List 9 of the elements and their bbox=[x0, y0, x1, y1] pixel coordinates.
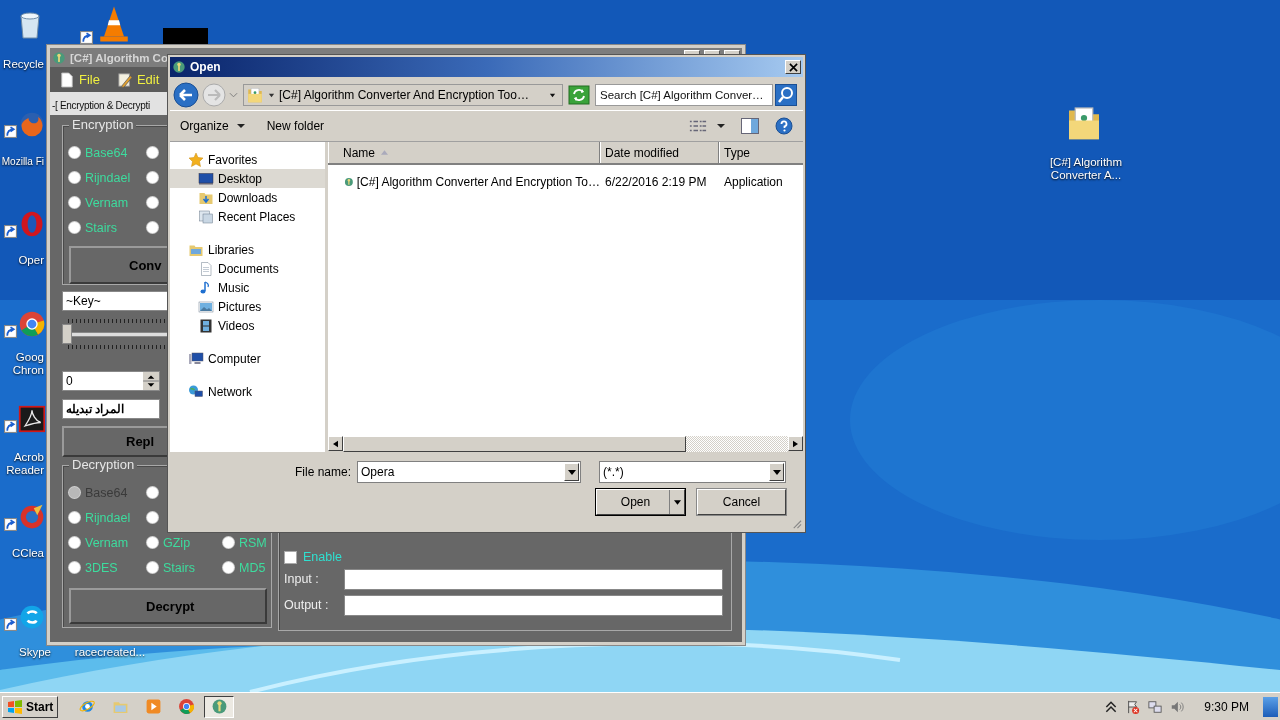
field-label: File name: bbox=[294, 465, 351, 479]
window-title: Open bbox=[190, 60, 221, 74]
group-title: Encryption bbox=[69, 117, 137, 132]
table-cell-text: 6/22/2016 2:19 PM bbox=[604, 174, 708, 189]
group-title: Decryption bbox=[69, 457, 138, 472]
window-title: [C#] Algorithm Co bbox=[70, 51, 168, 64]
field-label: Input : bbox=[284, 572, 320, 586]
field-label: Output : bbox=[284, 598, 330, 612]
table-cell-text: Application bbox=[723, 174, 784, 189]
